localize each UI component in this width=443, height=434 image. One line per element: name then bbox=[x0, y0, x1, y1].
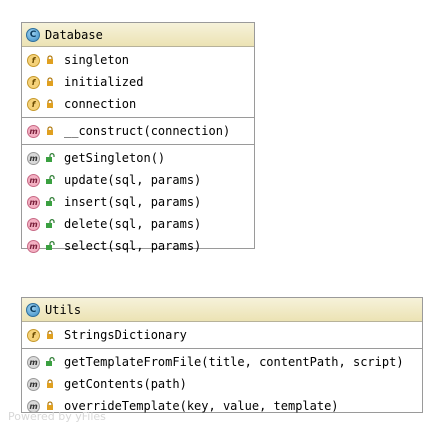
field-row[interactable]: f connection bbox=[22, 93, 254, 115]
method-row[interactable]: m select(sql, params) bbox=[22, 235, 254, 257]
class-header[interactable]: C Database bbox=[22, 23, 254, 47]
field-row[interactable]: f StringsDictionary bbox=[22, 324, 422, 346]
method-icon: m bbox=[27, 239, 40, 253]
class-utils[interactable]: C Utils f StringsDictionary m getTemplat… bbox=[21, 297, 423, 413]
static-field-icon: f bbox=[27, 97, 40, 111]
method-icon: m bbox=[27, 173, 40, 187]
static-field-icon: f bbox=[27, 75, 40, 89]
method-name: getContents(path) bbox=[64, 377, 187, 391]
static-method-icon: m bbox=[27, 355, 40, 369]
method-icon: m bbox=[27, 124, 40, 138]
field-name: singleton bbox=[64, 53, 130, 67]
method-row[interactable]: m delete(sql, params) bbox=[22, 213, 254, 235]
method-row[interactable]: m insert(sql, params) bbox=[22, 191, 254, 213]
public-open-lock-icon bbox=[45, 153, 55, 163]
field-name: initialized bbox=[64, 75, 144, 89]
method-row[interactable]: m getSingleton() bbox=[22, 147, 254, 169]
method-name: update(sql, params) bbox=[64, 173, 202, 187]
fields-section: f singleton f initialized f connection bbox=[22, 47, 254, 118]
private-lock-icon bbox=[45, 126, 55, 136]
method-name: __construct(connection) bbox=[64, 124, 231, 138]
method-icon: m bbox=[27, 195, 40, 209]
public-open-lock-icon bbox=[45, 241, 55, 251]
static-field-icon: f bbox=[27, 53, 40, 67]
method-name: select(sql, params) bbox=[64, 239, 202, 253]
field-name: connection bbox=[64, 97, 137, 111]
class-header[interactable]: C Utils bbox=[22, 298, 422, 322]
static-field-icon: f bbox=[27, 328, 40, 342]
private-lock-icon bbox=[45, 55, 55, 65]
method-row[interactable]: m getTemplateFromFile(title, contentPath… bbox=[22, 351, 422, 373]
fields-section: f StringsDictionary bbox=[22, 322, 422, 349]
watermark: Powered by yFiles bbox=[8, 410, 106, 423]
private-lock-icon bbox=[45, 77, 55, 87]
methods-section: m getSingleton() m update(sql, params) m… bbox=[22, 145, 254, 259]
private-lock-icon bbox=[45, 379, 55, 389]
field-row[interactable]: f initialized bbox=[22, 71, 254, 93]
private-lock-icon bbox=[45, 99, 55, 109]
methods-section: m getTemplateFromFile(title, contentPath… bbox=[22, 349, 422, 419]
class-title: Database bbox=[45, 27, 103, 42]
method-name: insert(sql, params) bbox=[64, 195, 202, 209]
static-method-icon: m bbox=[27, 151, 40, 165]
class-icon: C bbox=[26, 27, 40, 42]
method-row[interactable]: m getContents(path) bbox=[22, 373, 422, 395]
private-lock-icon bbox=[45, 330, 55, 340]
method-icon: m bbox=[27, 217, 40, 231]
static-method-icon: m bbox=[27, 377, 40, 391]
method-name: getTemplateFromFile(title, contentPath, … bbox=[64, 355, 404, 369]
field-name: StringsDictionary bbox=[64, 328, 187, 342]
method-row[interactable]: m update(sql, params) bbox=[22, 169, 254, 191]
public-open-lock-icon bbox=[45, 197, 55, 207]
public-open-lock-icon bbox=[45, 175, 55, 185]
class-database[interactable]: C Database f singleton f initialized f c… bbox=[21, 22, 255, 253]
field-row[interactable]: f singleton bbox=[22, 49, 254, 71]
constructors-section: m __construct(connection) bbox=[22, 118, 254, 145]
method-name: delete(sql, params) bbox=[64, 217, 202, 231]
method-row[interactable]: m __construct(connection) bbox=[22, 120, 254, 142]
method-name: getSingleton() bbox=[64, 151, 166, 165]
public-open-lock-icon bbox=[45, 357, 55, 367]
public-open-lock-icon bbox=[45, 219, 55, 229]
class-icon: C bbox=[26, 302, 40, 317]
class-title: Utils bbox=[45, 302, 82, 317]
